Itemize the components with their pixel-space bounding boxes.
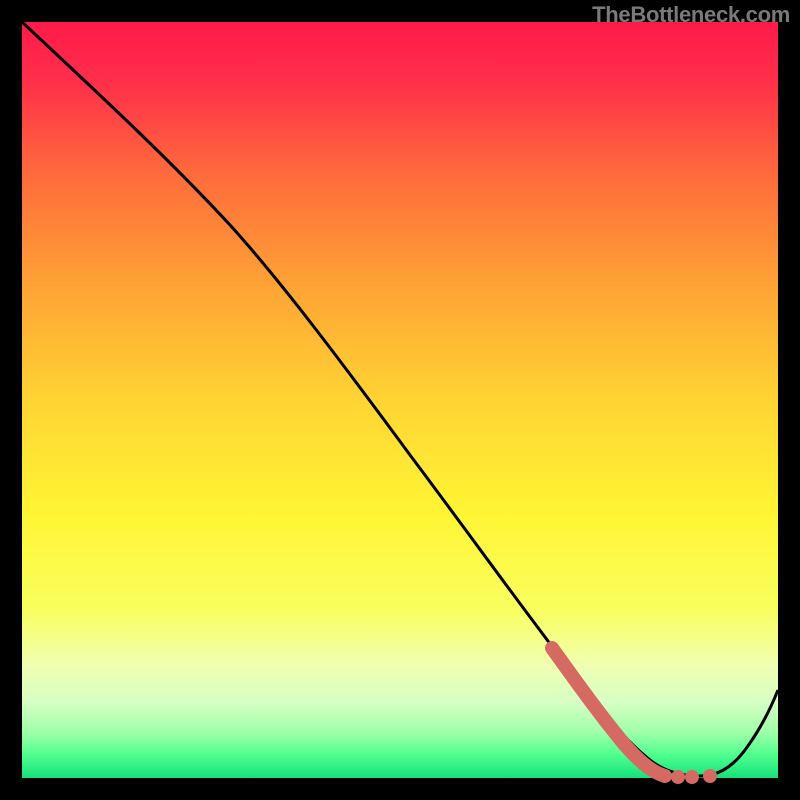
chart-container: TheBottleneck.com (0, 0, 800, 800)
plot-area (0, 0, 800, 800)
frame-left (0, 0, 22, 800)
optimal-range-dots (671, 769, 717, 784)
gradient-background (22, 22, 778, 778)
frame-right (778, 0, 800, 800)
watermark-label: TheBottleneck.com (592, 2, 790, 28)
bottleneck-chart (0, 0, 800, 800)
